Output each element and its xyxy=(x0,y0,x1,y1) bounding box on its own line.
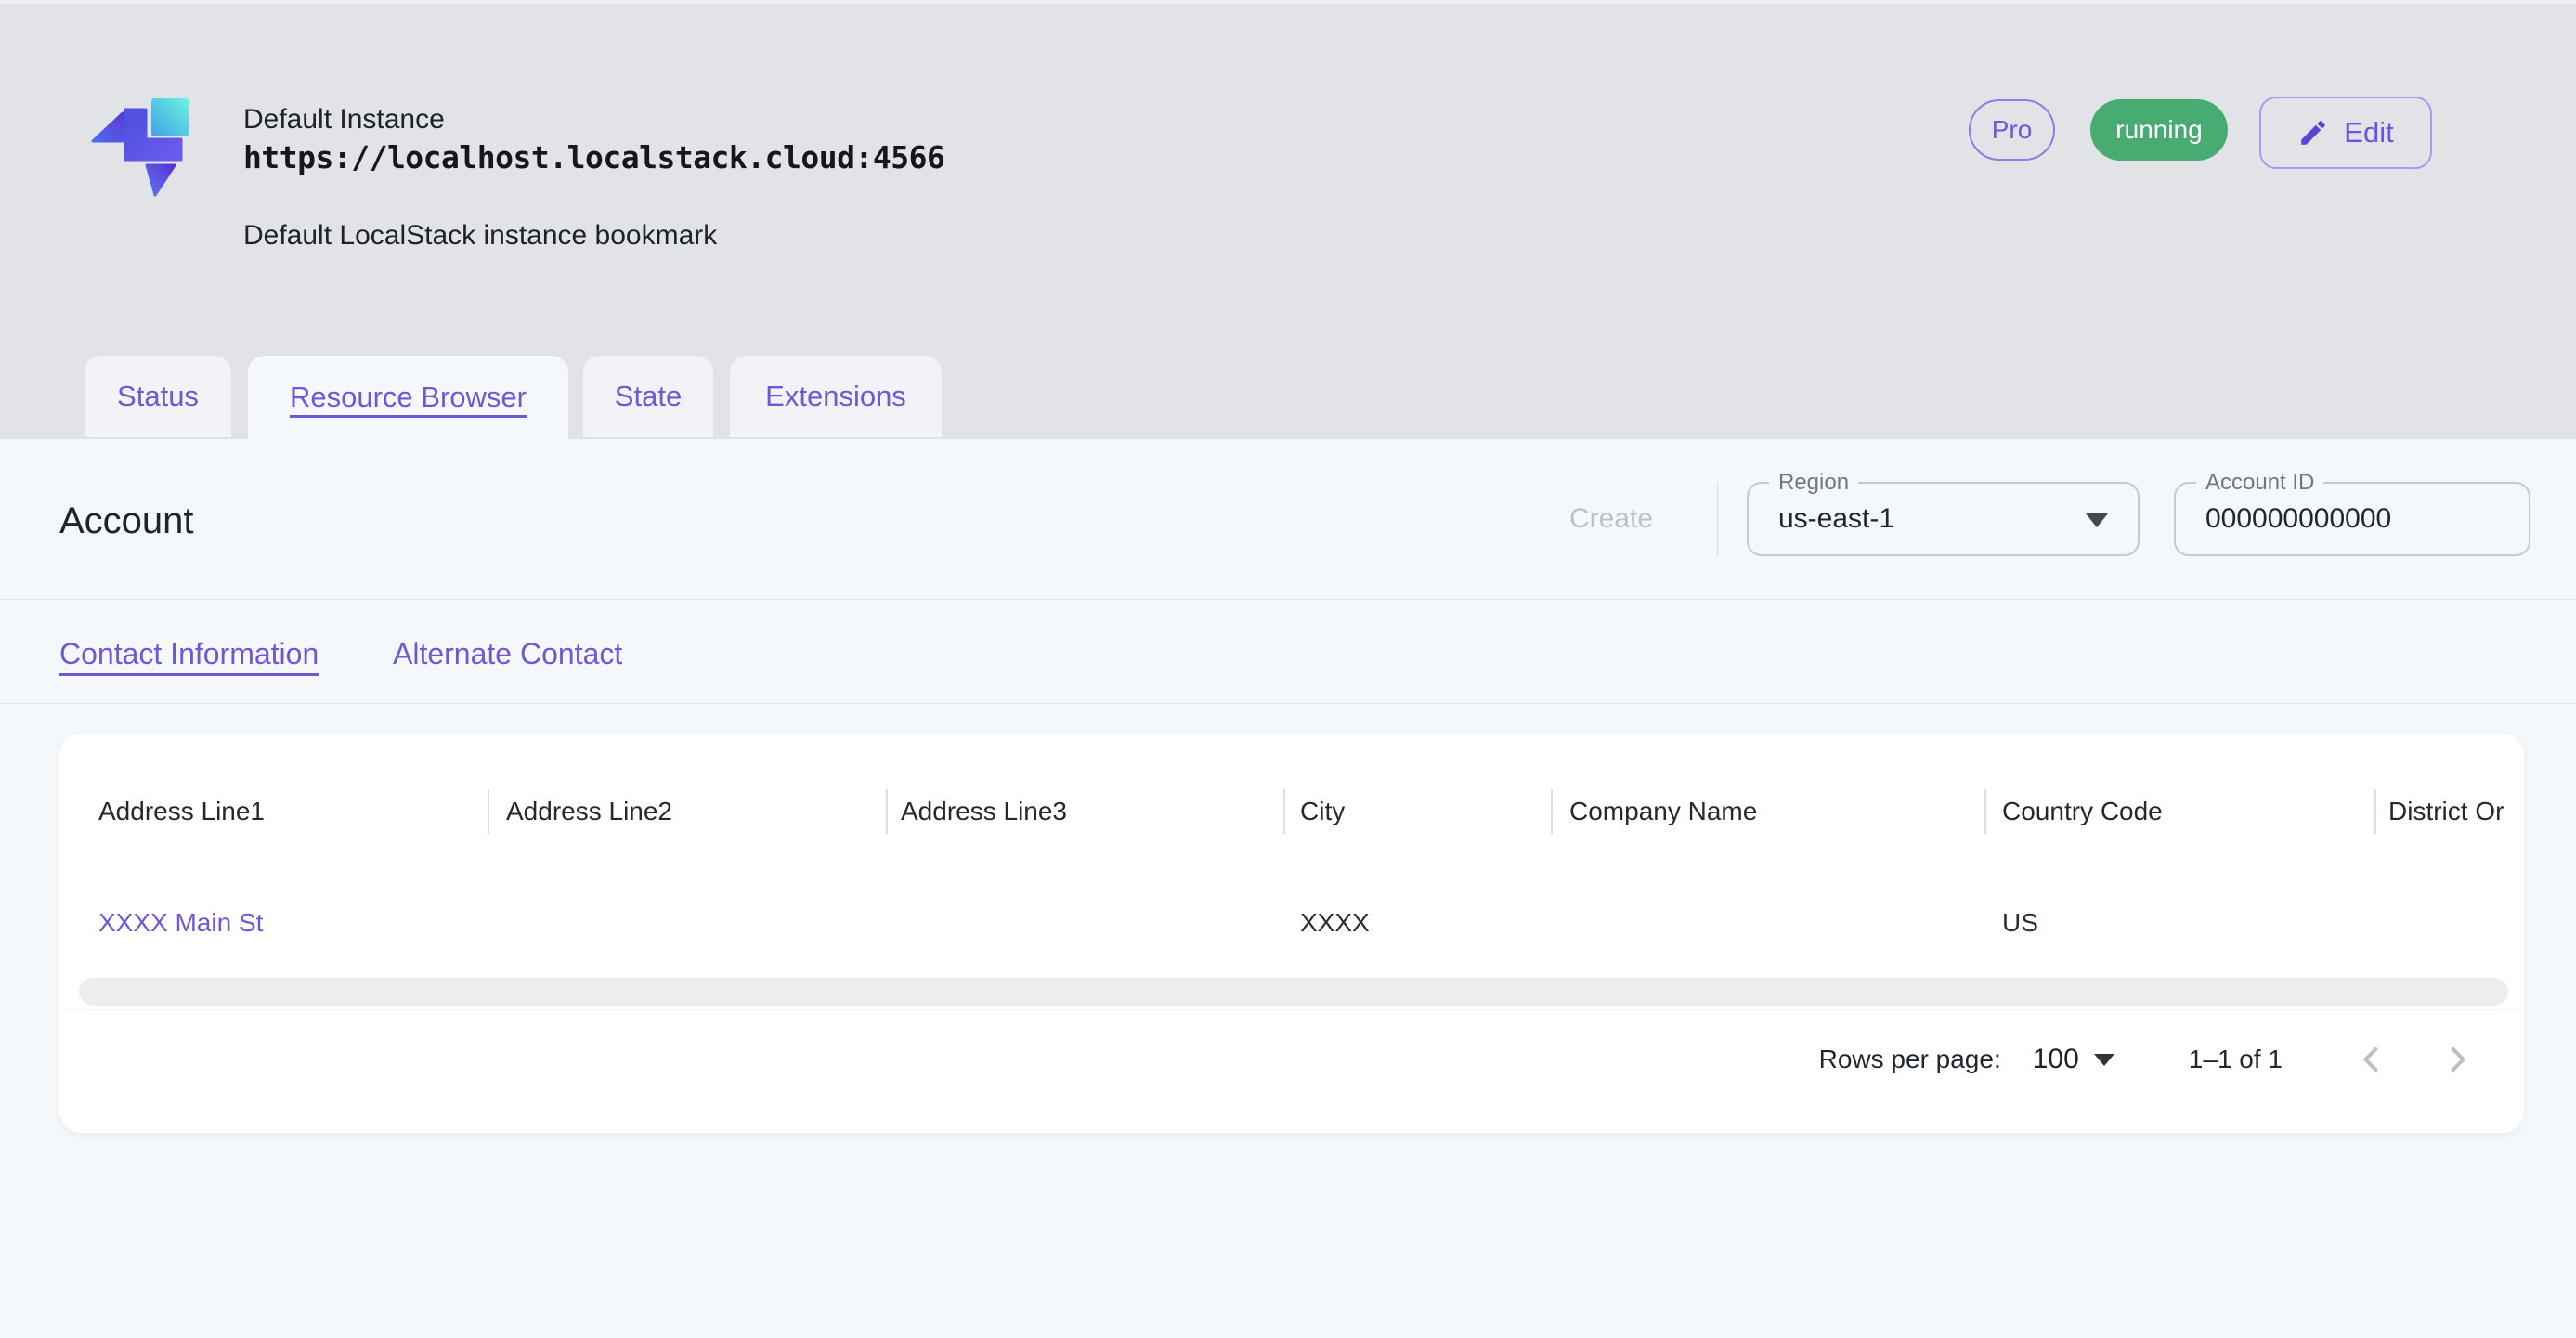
edit-button[interactable]: Edit xyxy=(2259,97,2432,169)
previous-page-button[interactable] xyxy=(2351,1039,2392,1080)
horizontal-scrollbar[interactable] xyxy=(79,978,2508,1006)
tab-resource-browser[interactable]: Resource Browser xyxy=(248,356,568,439)
column-header-district[interactable]: District Or xyxy=(2388,797,2504,826)
instance-description: Default LocalStack instance bookmark xyxy=(243,220,717,252)
pencil-icon xyxy=(2297,117,2329,149)
resource-toolbar: Account Create Region us-east-1 Account … xyxy=(0,439,2576,600)
tab-extensions[interactable]: Extensions xyxy=(730,356,942,437)
cell-address-line1-link[interactable]: XXXX Main St xyxy=(98,908,263,938)
create-button[interactable]: Create xyxy=(1542,495,1681,543)
next-page-button[interactable] xyxy=(2437,1039,2478,1080)
page-title: Account xyxy=(59,500,194,542)
cell-city: XXXX xyxy=(1300,908,1370,938)
rows-per-page-select[interactable]: 100 xyxy=(2033,1044,2114,1075)
rows-per-page-label: Rows per page: xyxy=(1819,1045,2001,1074)
tab-state[interactable]: State xyxy=(583,356,713,437)
column-header-country-code[interactable]: Country Code xyxy=(2002,797,2163,826)
subtab-alternate-contact[interactable]: Alternate Contact xyxy=(393,633,622,674)
subtab-contact-information[interactable]: Contact Information xyxy=(59,633,319,674)
tab-status[interactable]: Status xyxy=(85,356,231,437)
table-pagination: Rows per page: 100 1–1 of 1 xyxy=(1819,1035,2478,1084)
column-header-company-name[interactable]: Company Name xyxy=(1569,797,1757,826)
column-header-address-line1[interactable]: Address Line1 xyxy=(98,797,265,826)
column-separator xyxy=(1551,789,1553,834)
pagination-range: 1–1 of 1 xyxy=(2189,1045,2283,1074)
chevron-down-icon xyxy=(2094,1054,2114,1066)
chevron-left-icon xyxy=(2353,1041,2390,1078)
cell-country-code: US xyxy=(2002,908,2038,938)
column-separator xyxy=(488,789,489,834)
resource-browser-content: Account Create Region us-east-1 Account … xyxy=(0,439,2576,1338)
contact-information-table: Address Line1 Address Line2 Address Line… xyxy=(59,734,2524,1133)
scrollbar-divider xyxy=(59,1009,2524,1010)
edit-button-label: Edit xyxy=(2344,116,2393,149)
instance-url: https://localhost.localstack.cloud:4566 xyxy=(243,139,944,175)
account-id-field[interactable]: Account ID 000000000000 xyxy=(2174,482,2530,556)
column-separator xyxy=(2374,789,2376,834)
chevron-down-icon xyxy=(2086,513,2108,527)
region-value: us-east-1 xyxy=(1778,484,1894,554)
column-separator xyxy=(1283,789,1285,834)
column-header-city[interactable]: City xyxy=(1300,797,1345,826)
account-id-value: 000000000000 xyxy=(2205,484,2391,554)
column-separator xyxy=(1984,789,1986,834)
column-header-address-line2[interactable]: Address Line2 xyxy=(506,797,672,826)
instance-header: Default Instance https://localhost.local… xyxy=(0,0,2576,439)
column-header-address-line3[interactable]: Address Line3 xyxy=(901,797,1067,826)
localstack-logo-icon xyxy=(90,90,197,197)
instance-title: Default Instance xyxy=(243,104,445,136)
region-select[interactable]: Region us-east-1 xyxy=(1747,482,2140,556)
column-separator xyxy=(886,789,888,834)
chevron-right-icon xyxy=(2439,1041,2476,1078)
account-subtabs: Contact Information Alternate Contact xyxy=(0,600,2576,704)
toolbar-divider xyxy=(1717,482,1718,556)
status-badge: running xyxy=(2090,99,2228,161)
pro-badge: Pro xyxy=(1969,99,2055,161)
